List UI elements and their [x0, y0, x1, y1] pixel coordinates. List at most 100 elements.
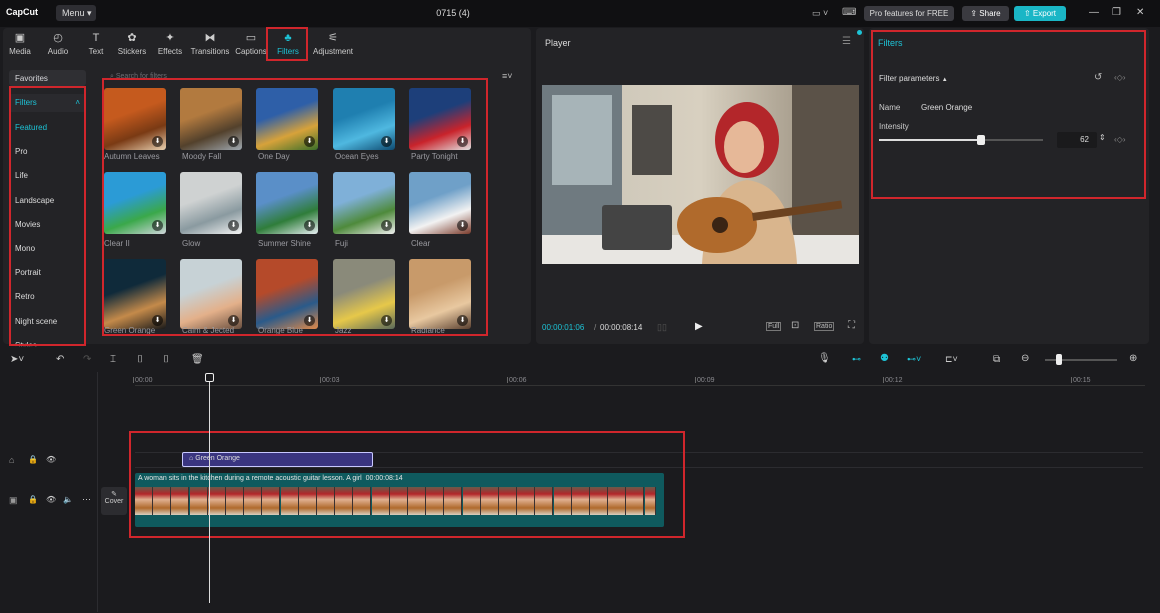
reset-icon[interactable]: ↺ — [1094, 72, 1102, 83]
tab-adjustment[interactable]: ⚟ Adjustment — [311, 32, 355, 56]
preview-axis-icon[interactable]: ⊏˅ — [945, 354, 958, 365]
zoom-slider-handle[interactable] — [1056, 354, 1062, 365]
shortcut-icon[interactable]: ⌨ — [842, 7, 856, 18]
undo-icon[interactable]: ↶ — [56, 354, 64, 365]
share-button[interactable]: ⇪ Share — [962, 6, 1009, 21]
redo-icon[interactable]: ↷ — [83, 354, 91, 365]
inspector-tab-filters[interactable]: Filters — [878, 38, 903, 48]
tab-effects[interactable]: ✦ Effects — [150, 32, 190, 56]
filter-thumbnail[interactable]: ⬇ — [180, 172, 242, 234]
search-input[interactable]: ⌕ Search for filters — [104, 70, 489, 84]
filters-category[interactable]: Filters ˄ — [9, 94, 86, 112]
split-icon[interactable]: ⌶ — [110, 354, 116, 365]
filter-thumbnail[interactable]: ⬇ — [409, 259, 471, 329]
download-icon[interactable]: ⬇ — [457, 220, 468, 231]
ratio-button[interactable]: Ratio — [814, 322, 835, 331]
download-icon[interactable]: ⬇ — [304, 136, 315, 147]
cover-button[interactable]: ✎ Cover — [101, 487, 127, 515]
filter-thumbnail[interactable]: ⬇ — [256, 88, 318, 150]
tab-text[interactable]: T Text — [76, 32, 116, 56]
tab-captions[interactable]: ▭ Captions — [231, 32, 271, 56]
select-tool-icon[interactable]: ➤˅ — [10, 354, 24, 365]
microphone-icon[interactable]: 🎙 — [818, 353, 831, 364]
layout-icon[interactable]: ▭ ˅ — [812, 8, 828, 19]
filter-thumbnail[interactable]: ⬇ — [333, 172, 395, 234]
filter-thumbnail[interactable]: ⬇ — [333, 259, 395, 329]
stepper-icon[interactable]: ⇕ — [1099, 133, 1106, 142]
sidebar-item-retro[interactable]: Retro — [15, 292, 35, 301]
filter-track-lock-icon[interactable]: 🔒 — [28, 455, 38, 464]
download-icon[interactable]: ⬇ — [152, 136, 163, 147]
linkage-icon[interactable]: ⊷˅ — [907, 354, 921, 365]
timecode-icon[interactable]: ▯▯ — [657, 322, 667, 333]
download-icon[interactable]: ⬇ — [457, 315, 468, 326]
delete-icon[interactable]: 🗑 — [191, 354, 204, 365]
download-icon[interactable]: ⬇ — [228, 220, 239, 231]
full-button[interactable]: Full — [766, 322, 782, 331]
filter-thumbnail[interactable]: ⬇ — [104, 172, 166, 234]
download-icon[interactable]: ⬇ — [457, 136, 468, 147]
minimize-icon[interactable]: — — [1089, 7, 1099, 18]
tab-media[interactable]: ▣ Media — [0, 32, 40, 56]
tab-filters[interactable]: ♣ Filters — [268, 32, 308, 56]
zoom-out-icon[interactable]: ⊖ — [1021, 353, 1029, 364]
sidebar-item-pro[interactable]: Pro — [15, 147, 27, 156]
filter-thumbnail[interactable]: ⬇ — [409, 88, 471, 150]
auto-snap-icon[interactable]: ⚉ — [880, 353, 889, 364]
intensity-input[interactable]: 62 — [1057, 132, 1097, 148]
play-icon[interactable]: ▶ — [695, 321, 703, 332]
sidebar-item-featured[interactable]: Featured — [15, 123, 47, 132]
download-icon[interactable]: ⬇ — [381, 136, 392, 147]
filter-track-eye-icon[interactable]: 👁 — [46, 455, 56, 464]
video-track-audio-icon[interactable]: 🔈 — [63, 495, 73, 504]
main-track-magnet-icon[interactable]: ⊷ — [852, 354, 861, 365]
playhead-handle[interactable] — [205, 373, 214, 382]
player-menu-icon[interactable]: ☰ — [842, 36, 851, 47]
download-icon[interactable]: ⬇ — [228, 315, 239, 326]
video-track-eye-icon[interactable]: 👁 — [46, 495, 56, 504]
download-icon[interactable]: ⬇ — [304, 315, 315, 326]
tab-audio[interactable]: ◴ Audio — [38, 32, 78, 56]
zoom-icon[interactable]: ⊡ — [791, 320, 799, 331]
pro-features-button[interactable]: Pro features for FREE — [864, 6, 954, 21]
trim-right-icon[interactable]: ⌷ — [163, 354, 169, 365]
download-icon[interactable]: ⬇ — [304, 220, 315, 231]
keyframe-nav-icon[interactable]: ‹◇› — [1114, 73, 1125, 82]
playhead-line[interactable] — [209, 377, 210, 603]
intensity-slider-track[interactable] — [879, 139, 1043, 141]
filter-thumbnail[interactable]: ⬇ — [409, 172, 471, 234]
tab-stickers[interactable]: ✿ Stickers — [112, 32, 152, 56]
filter-clip[interactable]: ⌂ Green Orange — [182, 452, 373, 467]
zoom-fit-icon[interactable]: ⧉ — [993, 354, 1000, 365]
video-track-more-icon[interactable]: ⋯ — [82, 494, 91, 505]
export-button[interactable]: ⇧ Export — [1014, 6, 1066, 21]
sidebar-item-mono[interactable]: Mono — [15, 244, 35, 253]
zoom-in-icon[interactable]: ⊕ — [1129, 353, 1137, 364]
fullscreen-icon[interactable]: ⛶ — [848, 320, 855, 331]
download-icon[interactable]: ⬇ — [152, 220, 163, 231]
filter-thumbnail[interactable]: ⬇ — [333, 88, 395, 150]
sidebar-item-portrait[interactable]: Portrait — [15, 268, 41, 277]
trim-left-icon[interactable]: ⌷ — [137, 354, 143, 365]
download-icon[interactable]: ⬇ — [152, 315, 163, 326]
filter-thumbnail[interactable]: ⬇ — [180, 259, 242, 329]
download-icon[interactable]: ⬇ — [228, 136, 239, 147]
download-icon[interactable]: ⬇ — [381, 220, 392, 231]
filter-thumbnail[interactable]: ⬇ — [256, 259, 318, 329]
sidebar-item-landscape[interactable]: Landscape — [15, 196, 54, 205]
filter-sort-icon[interactable]: ≡˅ — [502, 71, 513, 81]
filter-thumbnail[interactable]: ⬇ — [104, 88, 166, 150]
intensity-slider-handle[interactable] — [976, 135, 985, 145]
filter-thumbnail[interactable]: ⬇ — [256, 172, 318, 234]
video-track-lock-icon[interactable]: 🔒 — [28, 495, 38, 504]
sidebar-item-movies[interactable]: Movies — [15, 220, 40, 229]
collapse-icon[interactable]: ▲ — [942, 77, 948, 83]
favorites-tab[interactable]: Favorites — [9, 70, 86, 86]
close-icon[interactable]: ✕ — [1136, 7, 1144, 18]
filter-thumbnail[interactable]: ⬇ — [104, 259, 166, 329]
sidebar-item-life[interactable]: Life — [15, 171, 28, 180]
download-icon[interactable]: ⬇ — [381, 315, 392, 326]
maximize-icon[interactable]: ❐ — [1112, 7, 1121, 18]
sidebar-item-night-scene[interactable]: Night scene — [15, 317, 57, 326]
filter-thumbnail[interactable]: ⬇ — [180, 88, 242, 150]
